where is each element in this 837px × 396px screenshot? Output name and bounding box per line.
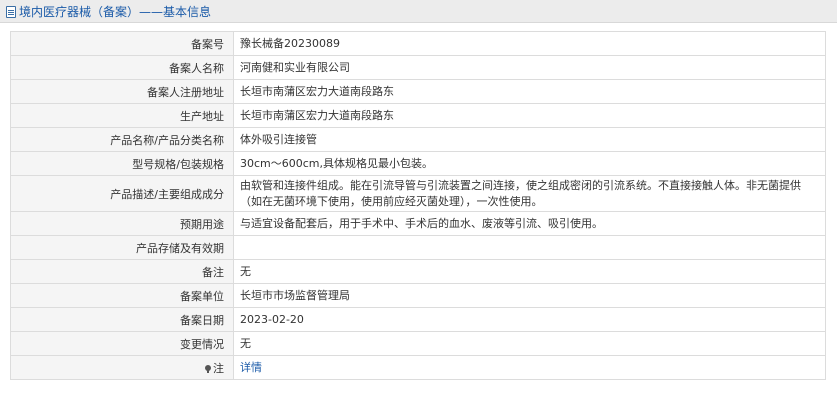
registrant-name-label: 备案人名称 [10,55,234,80]
record-number-value: 豫长械备20230089 [233,31,826,56]
detail-table: 备案号 豫长械备20230089 备案人名称 河南健和实业有限公司 备案人注册地… [10,31,826,380]
storage-validity-value [233,235,826,260]
intended-use-label: 预期用途 [10,211,234,236]
registrant-address-label: 备案人注册地址 [10,79,234,104]
production-address-value: 长垣市南蒲区宏力大道南段路东 [233,103,826,128]
table-row: 备案人名称 河南健和实业有限公司 [10,55,826,80]
product-name-value: 体外吸引连接管 [233,127,826,152]
note-label-cell: 注 [10,355,234,380]
intended-use-value: 与适宜设备配套后，用于手术中、手术后的血水、废液等引流、吸引使用。 [233,211,826,236]
document-icon [6,5,16,18]
table-row: 产品名称/产品分类名称 体外吸引连接管 [10,127,826,152]
remarks-value: 无 [233,259,826,284]
table-row: 型号规格/包装规格 30cm～600cm,具体规格见最小包装。 [10,151,826,176]
table-row: 备案号 豫长械备20230089 [10,31,826,56]
page-header: 境内医疗器械（备案）——基本信息 [0,0,837,23]
table-row: 注 详情 [10,355,826,380]
pin-icon [205,364,211,373]
table-row: 备案单位 长垣市市场监督管理局 [10,283,826,308]
storage-validity-label: 产品存储及有效期 [10,235,234,260]
product-description-label: 产品描述/主要组成成分 [10,175,234,212]
change-status-label: 变更情况 [10,331,234,356]
table-row: 预期用途 与适宜设备配套后，用于手术中、手术后的血水、废液等引流、吸引使用。 [10,211,826,236]
registrant-name-value: 河南健和实业有限公司 [233,55,826,80]
filing-unit-value: 长垣市市场监督管理局 [233,283,826,308]
production-address-label: 生产地址 [10,103,234,128]
note-value-cell: 详情 [233,355,826,380]
filing-unit-label: 备案单位 [10,283,234,308]
change-status-value: 无 [233,331,826,356]
remarks-label: 备注 [10,259,234,284]
product-description-value: 由软管和连接件组成。能在引流导管与引流装置之间连接，使之组成密闭的引流系统。不直… [233,175,826,212]
model-spec-value: 30cm～600cm,具体规格见最小包装。 [233,151,826,176]
product-name-label: 产品名称/产品分类名称 [10,127,234,152]
table-row: 产品描述/主要组成成分 由软管和连接件组成。能在引流导管与引流装置之间连接，使之… [10,175,826,212]
registrant-address-value: 长垣市南蒲区宏力大道南段路东 [233,79,826,104]
model-spec-label: 型号规格/包装规格 [10,151,234,176]
page-title: 境内医疗器械（备案）——基本信息 [19,5,212,19]
table-row: 备注 无 [10,259,826,284]
table-row: 备案日期 2023-02-20 [10,307,826,332]
note-label: 注 [213,361,224,375]
filing-date-label: 备案日期 [10,307,234,332]
table-row: 备案人注册地址 长垣市南蒲区宏力大道南段路东 [10,79,826,104]
filing-date-value: 2023-02-20 [233,307,826,332]
details-link[interactable]: 详情 [240,361,262,374]
table-row: 变更情况 无 [10,331,826,356]
record-number-label: 备案号 [10,31,234,56]
table-row: 生产地址 长垣市南蒲区宏力大道南段路东 [10,103,826,128]
table-row: 产品存储及有效期 [10,235,826,260]
